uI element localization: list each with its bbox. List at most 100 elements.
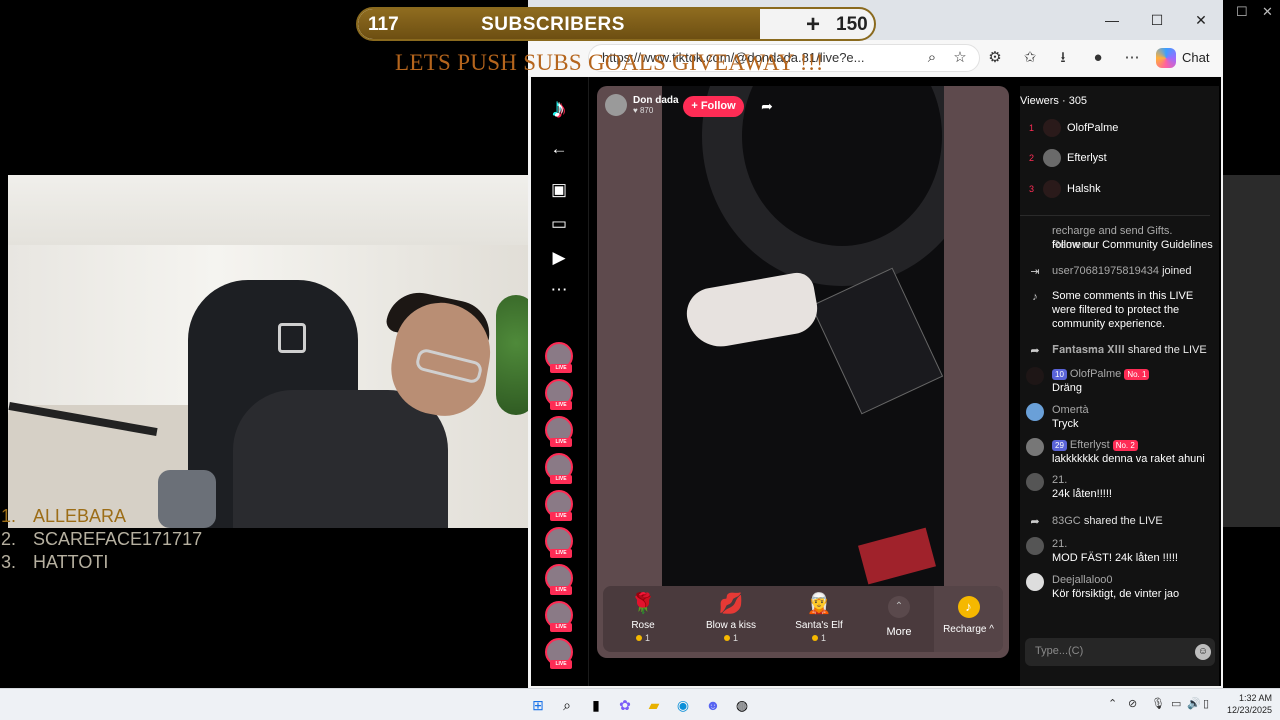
viewer-row[interactable]: 3 Halshk xyxy=(1029,180,1101,198)
avatar[interactable] xyxy=(1026,537,1044,555)
system-clock[interactable]: 1:32 AM 12/23/2025 xyxy=(1220,692,1272,716)
task-view-icon[interactable]: ▮ xyxy=(585,694,607,716)
close-icon[interactable]: ✕ xyxy=(1262,4,1273,20)
left-rail: ♪ ← ▣ ▭ ▶ ⋯ LIVE LIVE LIVE LIVE LIVE LIV… xyxy=(531,77,588,686)
subscriber-goal-bar: 117 SUBSCRIBERS + 150 xyxy=(356,7,876,41)
subscriber-goal: 150 xyxy=(836,14,868,35)
file-explorer-icon[interactable]: ▰ xyxy=(643,694,665,716)
extensions-icon[interactable]: ⚙ xyxy=(983,46,1007,70)
driver-hand xyxy=(682,270,822,352)
share-icon: ➦ xyxy=(1030,516,1040,528)
more-menu-icon[interactable]: ⋯ xyxy=(1120,46,1144,70)
dashboard-cluster xyxy=(810,267,944,415)
live-creator-avatar[interactable]: LIVE xyxy=(545,564,573,595)
start-icon[interactable]: ⊞ xyxy=(527,694,549,716)
more-gifts-button[interactable]: ⌃ More xyxy=(879,596,919,638)
dashboard-screen xyxy=(858,527,936,585)
taskbar: ⊞ ⌕ ▮ ✿ ▰ ◉ ☻ ◍ ⌃ ⊘ 🎙 ▭ 🔊 ▯ 1:32 AM 12/2… xyxy=(0,688,1280,720)
rank-badge: No. 1 xyxy=(1124,369,1150,380)
profile-avatar[interactable]: ● xyxy=(1086,46,1110,70)
chat-message: ♪ Some comments in this LIVE were filter… xyxy=(1026,289,1214,331)
minimize-button[interactable]: — xyxy=(1090,8,1134,32)
live-video[interactable] xyxy=(662,86,944,586)
battery-icon[interactable]: ▯ xyxy=(1203,697,1209,710)
live-creator-avatar[interactable]: LIVE xyxy=(545,527,573,558)
chat-input[interactable]: Type...(C) ☺ xyxy=(1025,638,1215,666)
maximize-button[interactable]: ☐ xyxy=(1135,8,1179,32)
obs-icon[interactable]: ◍ xyxy=(731,694,753,716)
display-icon[interactable]: ▭ xyxy=(1171,697,1181,710)
chat-panel: Viewers · 305 1 OlofPalme 2 Efterlyst 3 … xyxy=(1020,86,1219,686)
share-icon: ➦ xyxy=(1030,345,1040,357)
chat-message: Omertà Tryck xyxy=(1026,403,1214,431)
viewers-count[interactable]: Viewers · 305 xyxy=(1020,95,1087,107)
resize-handle[interactable] xyxy=(1020,215,1210,216)
play-icon[interactable]: ▶ xyxy=(545,244,573,272)
host-avatar[interactable] xyxy=(605,94,627,116)
live-creator-avatar[interactable]: LIVE xyxy=(545,490,573,521)
streamer-body xyxy=(233,390,448,528)
system-message: follow our Community Guidelines xyxy=(1052,239,1213,251)
avatar[interactable] xyxy=(1026,573,1044,591)
chat-message: 10 OlofPalme No. 1 Dräng xyxy=(1026,367,1214,395)
favorites-icon[interactable]: ✩ xyxy=(1018,46,1042,70)
chat-message: 21. MOD FÄST! 24k låten !!!!! xyxy=(1026,537,1214,565)
gift-bar: 🌹 Rose 1 💋 Blow a kiss 1 🧝 Santa's Elf 1 xyxy=(603,586,1003,652)
chair-logo xyxy=(278,323,306,353)
emoji-icon[interactable]: ☺ xyxy=(1195,644,1211,660)
gift-blow-a-kiss[interactable]: 💋 Blow a kiss 1 xyxy=(691,592,771,643)
volume-icon[interactable]: 🔊 xyxy=(1187,697,1201,710)
plus-icon: + xyxy=(806,11,821,38)
network-icon[interactable]: ⊘ xyxy=(1128,697,1137,710)
coin-icon: ♪ xyxy=(957,596,980,618)
coin-cost: 1 xyxy=(603,633,683,643)
chevron-up-icon: ⌃ xyxy=(888,596,910,618)
coin-cost: 1 xyxy=(779,633,859,643)
avatar[interactable] xyxy=(1026,438,1044,456)
live-creator-avatar[interactable]: LIVE xyxy=(545,379,573,410)
screen: 1. ALLEBARA 2. SCAREFACE171717 3. HATTOTI ☐… xyxy=(0,0,1280,720)
mic-icon[interactable]: 🎙 xyxy=(1151,697,1165,710)
avatar xyxy=(1043,119,1061,137)
restore-icon[interactable]: ☐ xyxy=(1236,4,1248,20)
share-icon[interactable]: ➦ xyxy=(756,95,778,117)
avatar[interactable] xyxy=(1026,367,1044,385)
live-creator-avatar[interactable]: LIVE xyxy=(545,342,573,373)
follow-button[interactable]: + Follow xyxy=(683,96,744,117)
avatar[interactable] xyxy=(1026,473,1044,491)
chat-message: ➦ 𝐅𝐚𝐧𝐭𝐚𝐬𝐦𝐚 𝐗𝐈𝐈𝐈 shared the LIVE xyxy=(1026,343,1214,357)
edge-icon[interactable]: ◉ xyxy=(672,694,694,716)
chat-message: 21. 24k låten!!!!! xyxy=(1026,473,1214,501)
viewer-row[interactable]: 1 OlofPalme xyxy=(1029,119,1118,137)
rank-badge: No. 2 xyxy=(1112,440,1138,451)
live-creator-avatar[interactable]: LIVE xyxy=(545,416,573,447)
viewer-row[interactable]: 2 Efterlyst xyxy=(1029,149,1107,167)
video-camera-icon[interactable]: ▭ xyxy=(545,210,573,238)
level-badge: 10 xyxy=(1052,369,1067,380)
close-button[interactable]: ✕ xyxy=(1179,8,1223,32)
search-icon[interactable]: ⌕ xyxy=(556,694,578,716)
tiktok-logo-icon[interactable]: ♪ xyxy=(545,93,573,123)
back-arrow-icon[interactable]: ← xyxy=(545,135,573,163)
live-creator-avatar[interactable]: LIVE xyxy=(545,601,573,632)
chat-list: recharge and send Gifts. Remem follow ou… xyxy=(1020,224,1219,634)
avatar[interactable] xyxy=(1026,403,1044,421)
more-dots-icon[interactable]: ⋯ xyxy=(545,276,573,304)
host-info[interactable]: Don dada ♥ 870 xyxy=(605,94,679,116)
live-creator-avatar[interactable]: LIVE xyxy=(545,638,573,669)
top-list-row: 2. SCAREFACE171717 xyxy=(1,529,203,549)
copilot-app-icon[interactable]: ✿ xyxy=(614,694,636,716)
live-tv-icon[interactable]: ▣ xyxy=(545,176,573,204)
recharge-button[interactable]: ♪ Recharge ^ xyxy=(934,586,1003,652)
discord-icon[interactable]: ☻ xyxy=(702,694,724,716)
zoom-icon[interactable]: ⌕ xyxy=(920,46,944,70)
copilot-icon xyxy=(1156,48,1176,68)
copilot-chat-button[interactable]: Chat xyxy=(1156,46,1209,70)
live-creator-avatar[interactable]: LIVE xyxy=(545,453,573,484)
gift-rose[interactable]: 🌹 Rose 1 xyxy=(603,592,683,643)
giveaway-banner: LETS PUSH SUBS GOALS GIVEAWAY !!! xyxy=(395,50,824,75)
favorite-star-icon[interactable]: ☆ xyxy=(948,46,972,70)
tray-chevron-icon[interactable]: ⌃ xyxy=(1108,697,1117,710)
gift-santas-elf[interactable]: 🧝 Santa's Elf 1 xyxy=(779,592,859,643)
download-icon[interactable]: ⭳ xyxy=(1051,46,1075,70)
